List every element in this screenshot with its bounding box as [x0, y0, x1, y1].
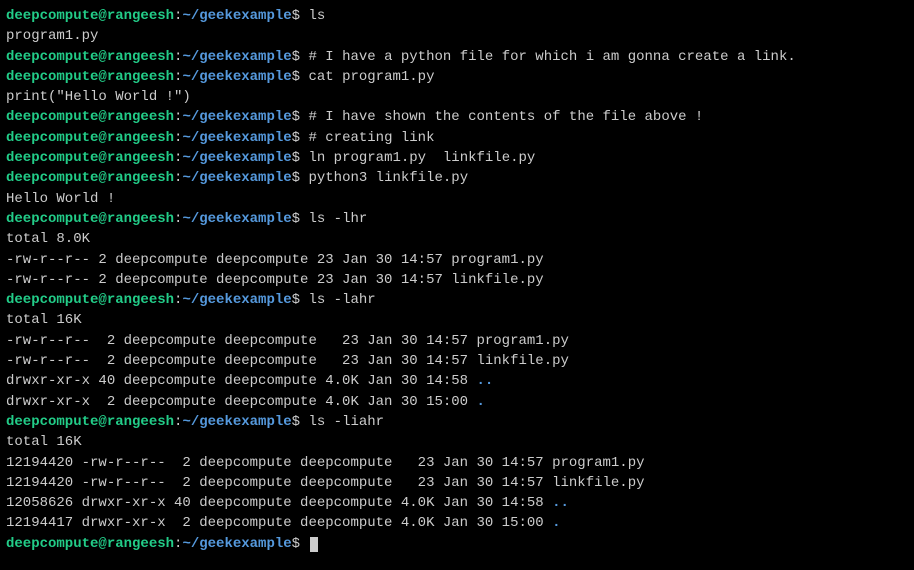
prompt-dollar: $: [292, 49, 309, 65]
directory-name: .: [552, 515, 560, 531]
terminal-line: drwxr-xr-x 40 deepcompute deepcompute 4.…: [6, 371, 908, 391]
output-text: drwxr-xr-x 2 deepcompute deepcompute 4.0…: [6, 394, 476, 410]
prompt-dollar: $: [292, 414, 309, 430]
output-text: 12058626 drwxr-xr-x 40 deepcompute deepc…: [6, 495, 552, 511]
output-text: -rw-r--r-- 2 deepcompute deepcompute 23 …: [6, 252, 544, 268]
terminal-line: 12058626 drwxr-xr-x 40 deepcompute deepc…: [6, 493, 908, 513]
prompt-user-host: deepcompute@rangeesh: [6, 130, 174, 146]
prompt-user-host: deepcompute@rangeesh: [6, 49, 174, 65]
output-text: program1.py: [6, 28, 98, 44]
output-text: -rw-r--r-- 2 deepcompute deepcompute 23 …: [6, 353, 569, 369]
terminal-line: program1.py: [6, 26, 908, 46]
command-text: # I have a python file for which i am go…: [308, 49, 795, 65]
terminal-line: deepcompute@rangeesh:~/geekexample$: [6, 534, 908, 554]
prompt-path: ~/geekexample: [182, 211, 291, 227]
terminal-line: deepcompute@rangeesh:~/geekexample$ ls -…: [6, 290, 908, 310]
directory-name: ..: [552, 495, 569, 511]
output-text: total 8.0K: [6, 231, 90, 247]
output-text: total 16K: [6, 434, 82, 450]
prompt-user-host: deepcompute@rangeesh: [6, 211, 174, 227]
terminal-line: total 16K: [6, 310, 908, 330]
terminal-line: deepcompute@rangeesh:~/geekexample$ ls: [6, 6, 908, 26]
terminal-line: deepcompute@rangeesh:~/geekexample$ ls -…: [6, 209, 908, 229]
command-text: cat program1.py: [308, 69, 434, 85]
terminal-line: deepcompute@rangeesh:~/geekexample$ pyth…: [6, 168, 908, 188]
terminal-line: deepcompute@rangeesh:~/geekexample$ cat …: [6, 67, 908, 87]
terminal-line: -rw-r--r-- 2 deepcompute deepcompute 23 …: [6, 250, 908, 270]
command-text: ls: [308, 8, 325, 24]
prompt-dollar: $: [292, 130, 309, 146]
command-text: ls -lahr: [308, 292, 375, 308]
prompt-dollar: $: [292, 109, 309, 125]
terminal-line: deepcompute@rangeesh:~/geekexample$ ln p…: [6, 148, 908, 168]
prompt-user-host: deepcompute@rangeesh: [6, 8, 174, 24]
terminal-line: 12194420 -rw-r--r-- 2 deepcompute deepco…: [6, 453, 908, 473]
output-text: -rw-r--r-- 2 deepcompute deepcompute 23 …: [6, 272, 544, 288]
command-text: # I have shown the contents of the file …: [308, 109, 703, 125]
output-text: -rw-r--r-- 2 deepcompute deepcompute 23 …: [6, 333, 569, 349]
terminal-line: 12194417 drwxr-xr-x 2 deepcompute deepco…: [6, 513, 908, 533]
prompt-dollar: $: [292, 211, 309, 227]
prompt-user-host: deepcompute@rangeesh: [6, 69, 174, 85]
prompt-path: ~/geekexample: [182, 170, 291, 186]
prompt-dollar: $: [292, 69, 309, 85]
prompt-dollar: $: [292, 150, 309, 166]
prompt-path: ~/geekexample: [182, 109, 291, 125]
prompt-path: ~/geekexample: [182, 8, 291, 24]
output-text: 12194417 drwxr-xr-x 2 deepcompute deepco…: [6, 515, 552, 531]
output-text: Hello World !: [6, 191, 115, 207]
command-text: ls -liahr: [308, 414, 384, 430]
command-text: # creating link: [308, 130, 434, 146]
terminal-line: deepcompute@rangeesh:~/geekexample$ # I …: [6, 107, 908, 127]
prompt-user-host: deepcompute@rangeesh: [6, 109, 174, 125]
output-text: drwxr-xr-x 40 deepcompute deepcompute 4.…: [6, 373, 476, 389]
prompt-user-host: deepcompute@rangeesh: [6, 150, 174, 166]
terminal-line: drwxr-xr-x 2 deepcompute deepcompute 4.0…: [6, 392, 908, 412]
prompt-path: ~/geekexample: [182, 49, 291, 65]
output-text: 12194420 -rw-r--r-- 2 deepcompute deepco…: [6, 475, 645, 491]
output-text: print("Hello World !"): [6, 89, 191, 105]
terminal-line: -rw-r--r-- 2 deepcompute deepcompute 23 …: [6, 331, 908, 351]
prompt-dollar: $: [292, 8, 309, 24]
prompt-path: ~/geekexample: [182, 130, 291, 146]
prompt-path: ~/geekexample: [182, 150, 291, 166]
prompt-path: ~/geekexample: [182, 414, 291, 430]
prompt-path: ~/geekexample: [182, 292, 291, 308]
prompt-path: ~/geekexample: [182, 69, 291, 85]
terminal-line: -rw-r--r-- 2 deepcompute deepcompute 23 …: [6, 270, 908, 290]
terminal-window[interactable]: deepcompute@rangeesh:~/geekexample$ ls pr…: [6, 6, 908, 554]
terminal-line: 12194420 -rw-r--r-- 2 deepcompute deepco…: [6, 473, 908, 493]
prompt-user-host: deepcompute@rangeesh: [6, 292, 174, 308]
terminal-line: deepcompute@rangeesh:~/geekexample$ # I …: [6, 47, 908, 67]
terminal-line: total 16K: [6, 432, 908, 452]
prompt-dollar: $: [292, 292, 309, 308]
output-text: 12194420 -rw-r--r-- 2 deepcompute deepco…: [6, 455, 645, 471]
prompt-user-host: deepcompute@rangeesh: [6, 170, 174, 186]
directory-name: ..: [476, 373, 493, 389]
prompt-dollar: $: [292, 170, 309, 186]
command-text: python3 linkfile.py: [308, 170, 468, 186]
command-text: ln program1.py linkfile.py: [308, 150, 535, 166]
terminal-line: -rw-r--r-- 2 deepcompute deepcompute 23 …: [6, 351, 908, 371]
directory-name: .: [476, 394, 484, 410]
prompt-user-host: deepcompute@rangeesh: [6, 536, 174, 552]
output-text: total 16K: [6, 312, 82, 328]
prompt-dollar: $: [292, 536, 309, 552]
terminal-line: deepcompute@rangeesh:~/geekexample$ ls -…: [6, 412, 908, 432]
cursor: [310, 537, 318, 552]
command-text: ls -lhr: [308, 211, 367, 227]
terminal-line: Hello World !: [6, 189, 908, 209]
terminal-line: print("Hello World !"): [6, 87, 908, 107]
terminal-line: total 8.0K: [6, 229, 908, 249]
terminal-line: deepcompute@rangeesh:~/geekexample$ # cr…: [6, 128, 908, 148]
prompt-path: ~/geekexample: [182, 536, 291, 552]
prompt-user-host: deepcompute@rangeesh: [6, 414, 174, 430]
